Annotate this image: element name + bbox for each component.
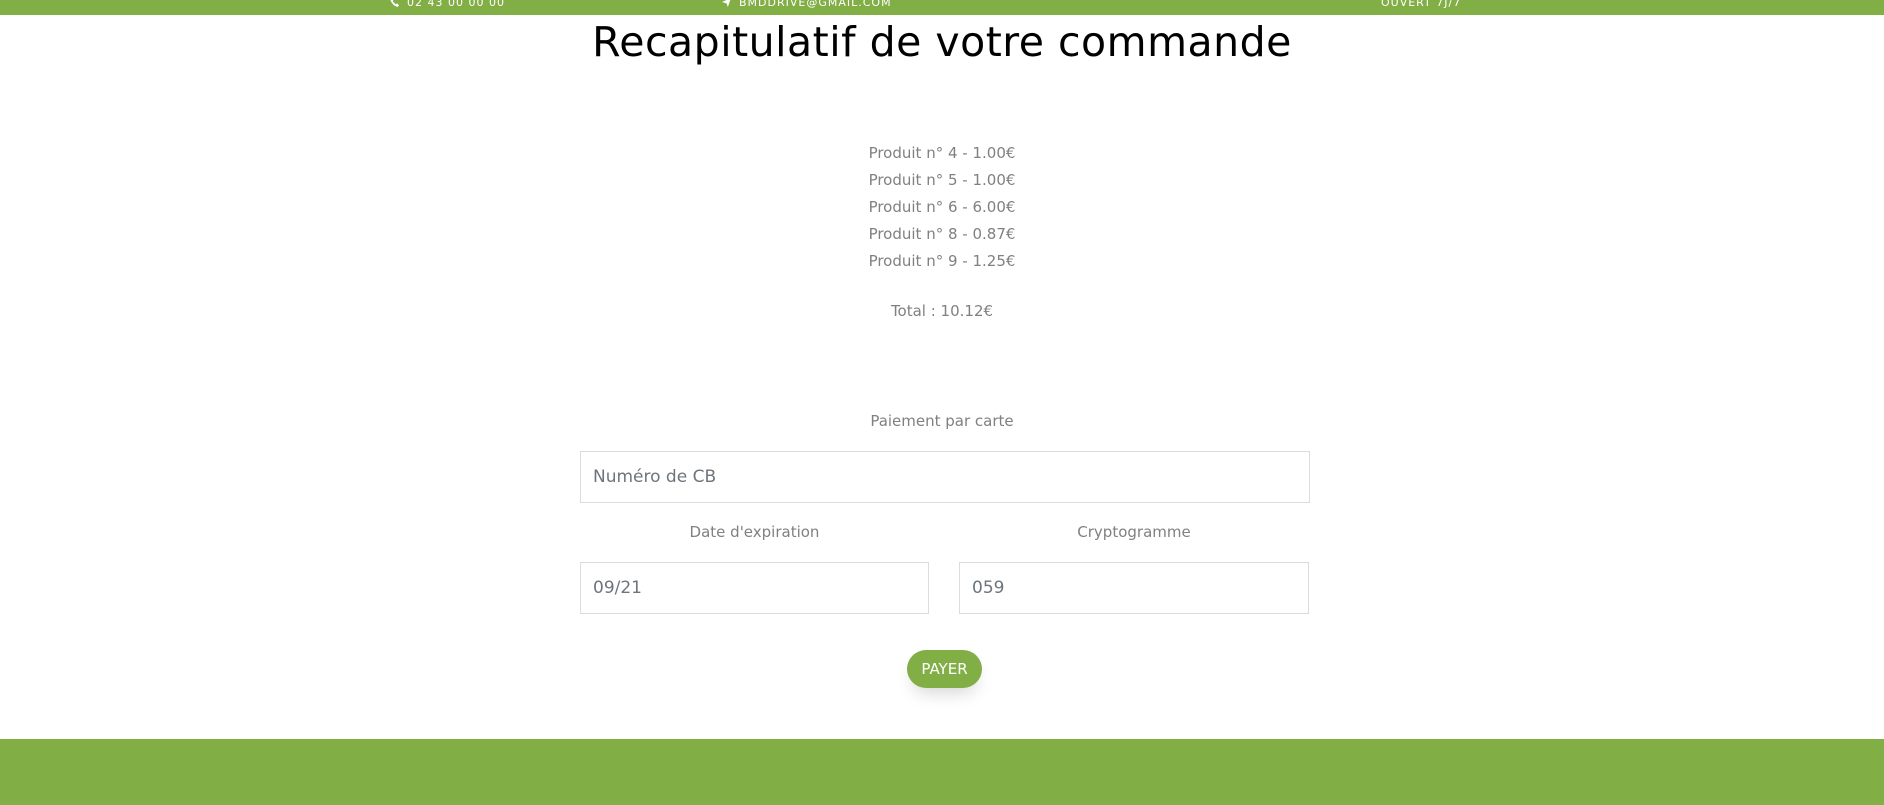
order-item: Produit n° 6 - 6.00€ bbox=[868, 198, 1016, 216]
order-item: Produit n° 9 - 1.25€ bbox=[868, 252, 1016, 270]
expiry-date-label: Date d'expiration bbox=[689, 523, 820, 541]
order-item-list: Produit n° 4 - 1.00€ Produit n° 5 - 1.00… bbox=[0, 140, 1884, 275]
card-number-input[interactable] bbox=[580, 451, 1310, 503]
top-info-bar: 02 43 00 00 00 BMDDRIVE@GMAIL.COM OUVERT… bbox=[0, 0, 1884, 15]
topbar-phone: 02 43 00 00 00 bbox=[390, 0, 505, 9]
order-item: Produit n° 5 - 1.00€ bbox=[868, 171, 1016, 189]
expiry-date-input[interactable] bbox=[580, 562, 929, 614]
topbar-hours-text: OUVERT 7J/7 bbox=[1381, 0, 1462, 9]
cvv-label: Cryptogramme bbox=[1077, 523, 1191, 541]
paper-plane-icon bbox=[722, 0, 731, 7]
topbar-hours: OUVERT 7J/7 bbox=[1381, 0, 1461, 9]
topbar-email: BMDDRIVE@GMAIL.COM bbox=[722, 0, 892, 9]
footer-bar bbox=[0, 739, 1884, 805]
topbar-email-text: BMDDRIVE@GMAIL.COM bbox=[739, 0, 892, 9]
phone-icon bbox=[390, 0, 399, 7]
page-title: Recapitulatif de votre commande bbox=[592, 18, 1292, 66]
order-item: Produit n° 4 - 1.00€ bbox=[868, 144, 1016, 162]
pay-button[interactable]: PAYER bbox=[907, 650, 982, 688]
order-item: Produit n° 8 - 0.87€ bbox=[868, 225, 1016, 243]
payment-section-label: Paiement par carte bbox=[870, 412, 1014, 430]
order-total: Total : 10.12€ bbox=[890, 302, 994, 320]
topbar-phone-text: 02 43 00 00 00 bbox=[407, 0, 505, 9]
cvv-input[interactable] bbox=[959, 562, 1309, 614]
